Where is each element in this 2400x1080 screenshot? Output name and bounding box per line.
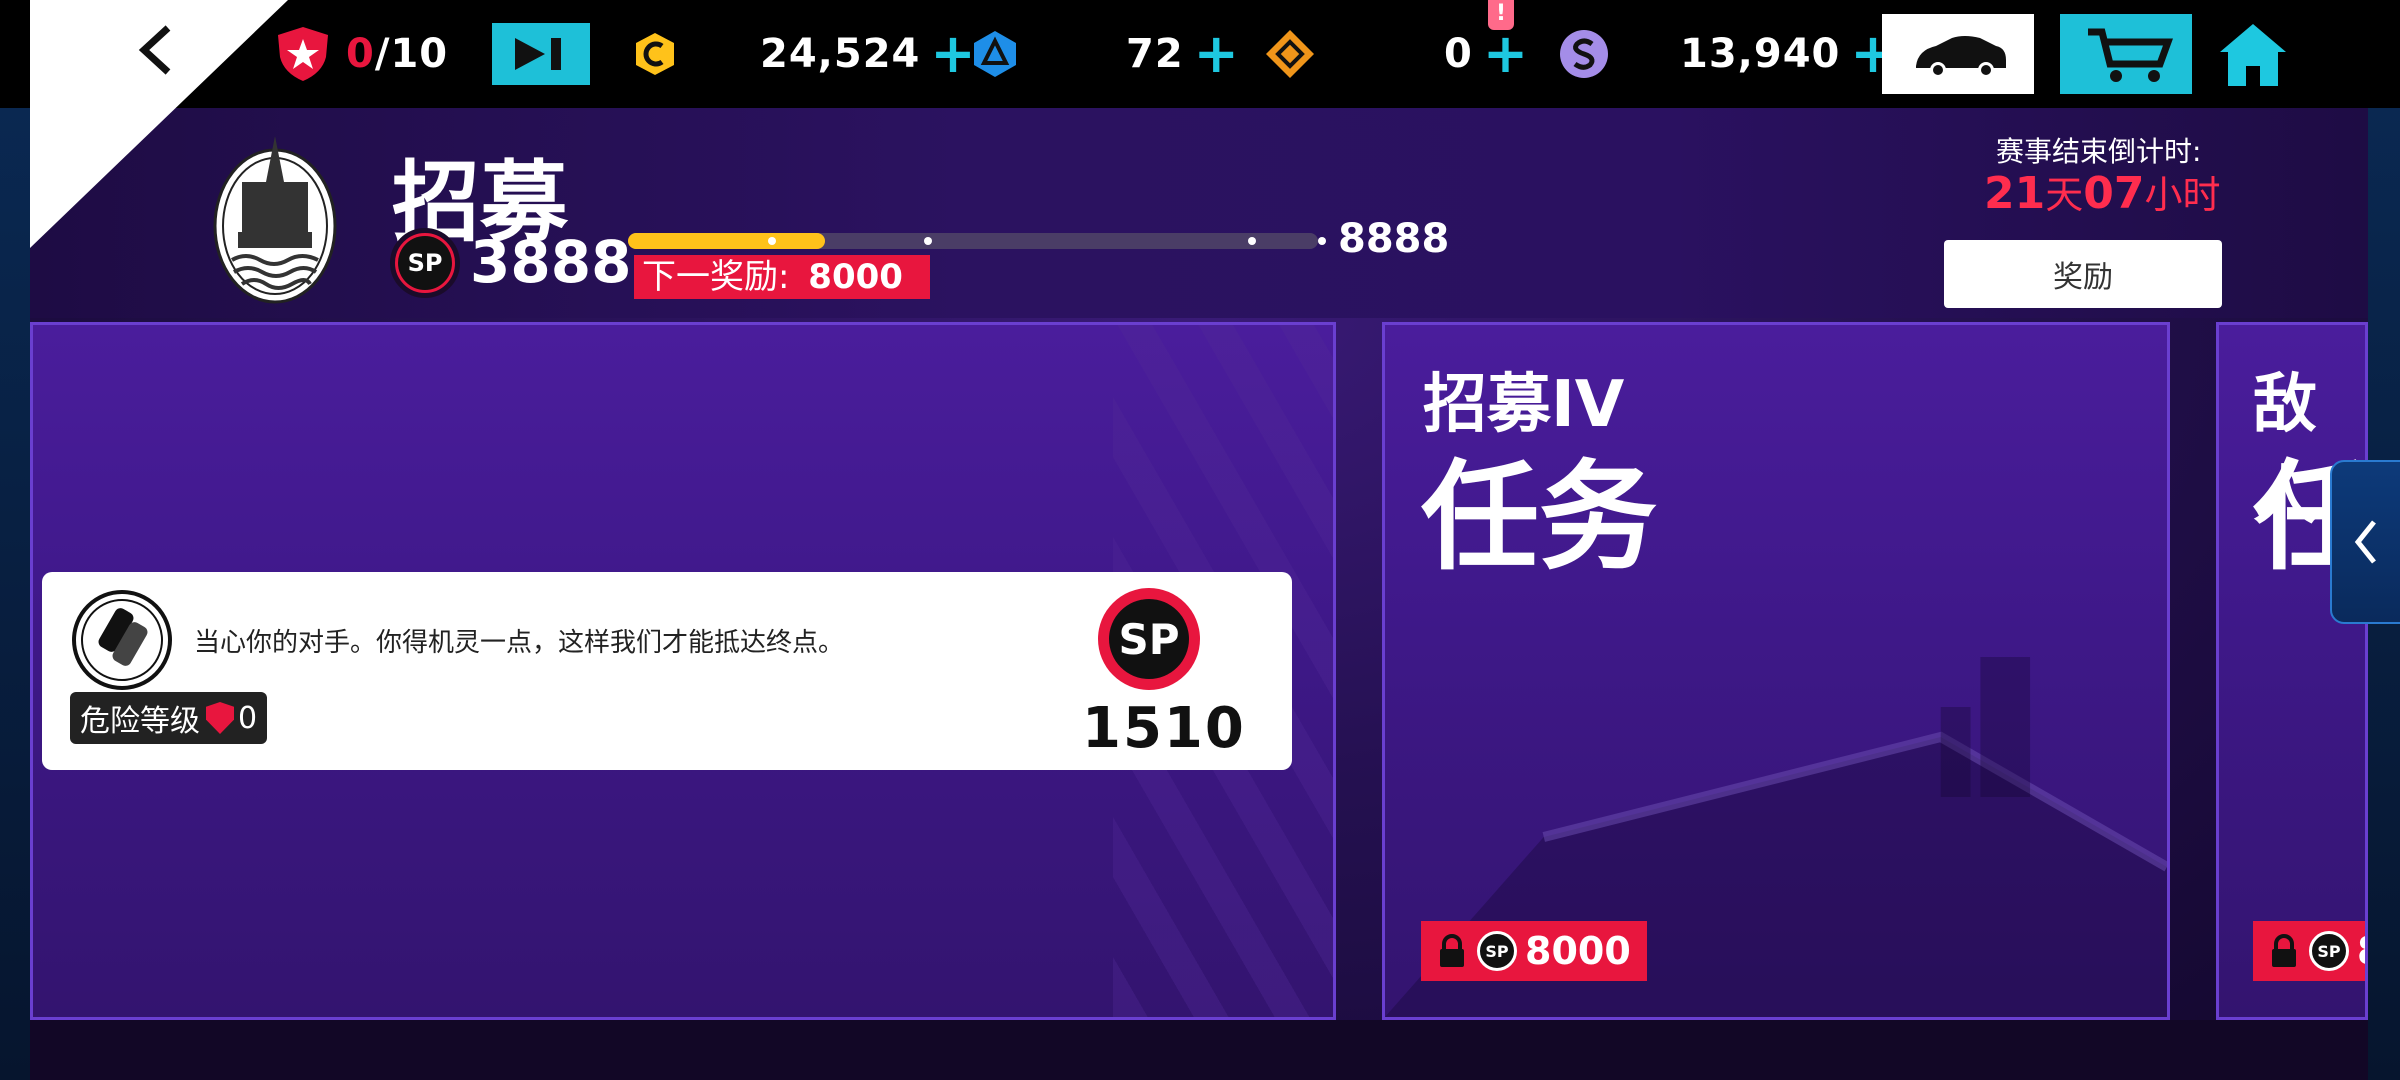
tickets-amount[interactable]: 13,940 + <box>1680 24 1896 84</box>
sp-progress-bar <box>628 233 1326 249</box>
mission-description: 当心你的对手。你得机灵一点，这样我们才能抵达终点。 <box>194 628 845 658</box>
sp-mini-icon: SP <box>2309 931 2349 971</box>
cart-icon <box>2088 28 2173 82</box>
credits-value: 24,524 <box>760 31 921 77</box>
lock-sp-value: 8000 <box>1525 929 1631 973</box>
locked-requirement-tag: SP 8000 <box>1421 921 1647 981</box>
countdown-day-unit: 天 <box>2045 173 2084 217</box>
progress-milestone <box>1248 237 1256 245</box>
mission-panel[interactable]: 当心你的对手。你得机灵一点，这样我们才能抵达终点。 危险等级 0 SP 1510 <box>42 572 1292 770</box>
city-emblem-logo <box>213 136 337 304</box>
credits-amount[interactable]: 24,524 + <box>760 24 976 84</box>
card-subtitle: 任务 <box>1421 448 1658 586</box>
car-icon <box>1916 36 2006 78</box>
sp-badge-icon: SP <box>390 228 460 298</box>
blueprint-amount[interactable]: 0 + <box>1444 24 1528 84</box>
locked-requirement-tag: SP 8 <box>2253 921 2365 981</box>
chevron-left-icon <box>2354 520 2376 564</box>
token-icon <box>974 31 1016 77</box>
danger-level-tag: 危险等级 0 <box>70 692 268 744</box>
danger-level-label: 危险等级 <box>80 704 200 739</box>
bottom-band <box>30 1020 2368 1080</box>
side-panel-toggle[interactable] <box>2330 460 2400 624</box>
rewards-button[interactable]: 奖励 <box>1944 240 2222 308</box>
blueprint-value: 0 <box>1444 31 1473 77</box>
shield-star-icon <box>206 702 234 734</box>
shield-star-icon <box>278 27 328 81</box>
credits-plus-button[interactable]: + <box>930 27 975 81</box>
skip-icon <box>492 23 590 85</box>
sp-badge-label: SP <box>398 236 452 290</box>
credits-currency[interactable] <box>632 24 678 84</box>
countdown-days: 21 <box>1984 168 2046 219</box>
danger-max: /10 <box>374 31 449 77</box>
danger-level-value: 0 <box>238 700 258 736</box>
tickets-currency[interactable] <box>1558 24 1610 84</box>
notification-badge: ! <box>1488 0 1514 30</box>
mission-card-locked[interactable]: 招募IV 任务 SP 8000 <box>1382 322 2170 1020</box>
mission-card-next[interactable]: 敌人 任 SP 8 <box>2216 322 2368 1020</box>
danger-level-indicator[interactable]: 0 /10 <box>276 24 448 84</box>
back-arrow-icon[interactable] <box>128 20 188 80</box>
tickets-value: 13,940 <box>1680 31 1841 77</box>
tokens-plus-button[interactable]: + <box>1194 27 1239 81</box>
next-reward-tag: 下一奖励: 8000 <box>634 255 930 299</box>
progress-milestone <box>768 237 776 245</box>
shop-button[interactable] <box>2060 14 2192 94</box>
tokens-amount[interactable]: 72 + <box>1126 24 1239 84</box>
credits-coin-icon <box>636 33 674 75</box>
sp-total-value: 3888 <box>470 228 632 296</box>
countdown-hour-unit: 小时 <box>2144 173 2221 217</box>
lock-icon <box>2272 934 2296 967</box>
sp-reward-label: SP <box>1109 599 1189 679</box>
lock-icon <box>1440 934 1464 967</box>
home-icon[interactable] <box>2218 22 2288 88</box>
sp-progress-fill <box>628 233 825 249</box>
progress-milestone <box>924 237 932 245</box>
sp-reward-value: 1510 <box>1082 696 1246 761</box>
danger-count: 0 <box>346 31 375 77</box>
tickets-icon <box>1560 30 1608 78</box>
lock-sp-value: 8 <box>2357 929 2365 973</box>
sp-reward-icon: SP <box>1098 588 1200 690</box>
versus-cars-icon <box>72 590 172 690</box>
blueprint-icon <box>1266 30 1314 78</box>
countdown-hours: 07 <box>2083 168 2145 219</box>
left-frame <box>0 0 30 1080</box>
tokens-currency[interactable] <box>970 24 1020 84</box>
next-reward-value: 8000 <box>808 257 903 297</box>
progress-milestone <box>1318 237 1326 245</box>
progress-max-value: 8888 <box>1338 216 1450 262</box>
next-reward-label: 下一奖励: <box>642 257 790 297</box>
skip-button[interactable] <box>492 23 590 85</box>
garage-button[interactable] <box>1882 14 2034 94</box>
sp-mini-icon: SP <box>1477 931 1517 971</box>
countdown-timer: 21天07小时 <box>1984 164 2221 219</box>
tokens-value: 72 <box>1126 31 1184 77</box>
blueprint-plus-button[interactable]: + <box>1483 27 1528 81</box>
blueprint-currency[interactable] <box>1264 24 1316 84</box>
